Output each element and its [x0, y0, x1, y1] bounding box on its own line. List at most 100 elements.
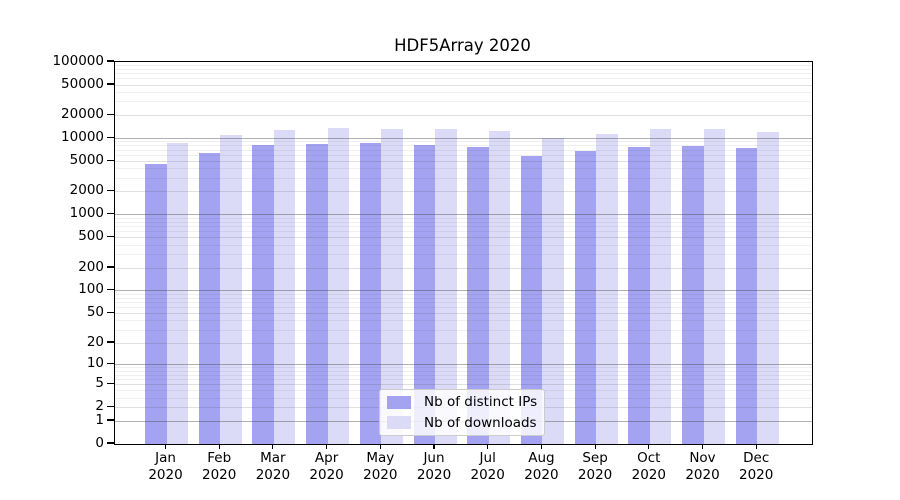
gridline-minor	[115, 379, 812, 380]
x-tick-label-jun: Jun2020	[406, 450, 462, 483]
gridline-5000	[115, 161, 812, 162]
y-tick-5000	[107, 160, 114, 161]
gridline-minor	[115, 69, 812, 70]
x-tick-sep	[595, 444, 596, 449]
gridline-minor	[115, 371, 812, 372]
x-tick-apr	[326, 444, 327, 449]
gridline-20000	[115, 115, 812, 116]
gridline-minor	[115, 178, 812, 179]
y-tick-label-100000: 100000	[28, 53, 104, 70]
x-tick-label-jan: Jan2020	[138, 450, 194, 483]
gridline-minor	[115, 141, 812, 142]
chart-title: HDF5Array 2020	[114, 36, 811, 55]
gridline-10	[115, 364, 812, 365]
gridline-minor	[115, 78, 812, 79]
legend-entry-distinct-ips: Nb of distinct IPs	[387, 394, 544, 410]
x-tick-may	[380, 444, 381, 449]
gridline-minor	[115, 101, 812, 102]
y-tick-label-2: 2	[28, 398, 104, 415]
gridline-minor	[115, 65, 812, 66]
x-tick-jun	[433, 444, 434, 449]
gridline-5	[115, 384, 812, 385]
gridline-minor	[115, 231, 812, 232]
gridline-500	[115, 237, 812, 238]
x-tick-feb	[219, 444, 220, 449]
gridline-minor	[115, 150, 812, 151]
gridline-minor	[115, 320, 812, 321]
x-tick-label-aug: Aug2020	[513, 450, 569, 483]
x-tick-label-dec: Dec2020	[728, 450, 784, 483]
y-tick-label-100: 100	[28, 281, 104, 298]
y-tick-10000	[107, 137, 114, 138]
gridline-minor	[115, 222, 812, 223]
y-tick-1000	[107, 213, 114, 214]
y-tick-label-0: 0	[28, 435, 104, 452]
gridline-minor	[115, 145, 812, 146]
y-tick-label-50000: 50000	[28, 76, 104, 93]
y-tick-label-2000: 2000	[28, 182, 104, 199]
bar-distinct-ips-dec	[736, 148, 758, 444]
gridline-20	[115, 343, 812, 344]
gridline-minor	[115, 226, 812, 227]
x-tick-label-apr: Apr2020	[299, 450, 355, 483]
gridline-200	[115, 268, 812, 269]
legend: Nb of distinct IPs Nb of downloads	[379, 389, 545, 436]
x-tick-nov	[702, 444, 703, 449]
x-tick-label-jul: Jul2020	[460, 450, 516, 483]
y-tick-label-10000: 10000	[28, 129, 104, 146]
gridline-minor	[115, 73, 812, 74]
y-tick-2	[107, 406, 114, 407]
gridline-2000	[115, 191, 812, 192]
y-tick-200	[107, 266, 114, 267]
y-tick-label-20000: 20000	[28, 106, 104, 123]
bar-distinct-ips-jan	[145, 164, 167, 444]
y-tick-label-1000: 1000	[28, 205, 104, 222]
gridline-minor	[115, 330, 812, 331]
gridline-minor	[115, 375, 812, 376]
gridline-minor	[115, 92, 812, 93]
gridline-minor	[115, 367, 812, 368]
y-tick-label-10: 10	[28, 355, 104, 372]
x-tick-jul	[487, 444, 488, 449]
y-tick-label-200: 200	[28, 259, 104, 276]
y-tick-1	[107, 419, 114, 420]
download-stats-chart: HDF5Array 2020 0125102050100200500100020…	[0, 0, 900, 500]
x-tick-mar	[272, 444, 273, 449]
gridline-50000	[115, 85, 812, 86]
y-tick-label-5000: 5000	[28, 152, 104, 169]
x-tick-dec	[756, 444, 757, 449]
y-tick-20000	[107, 114, 114, 115]
y-tick-50	[107, 312, 114, 313]
gridline-minor	[115, 245, 812, 246]
y-tick-500	[107, 236, 114, 237]
x-tick-label-may: May2020	[352, 450, 408, 483]
x-tick-label-oct: Oct2020	[621, 450, 677, 483]
x-tick-label-mar: Mar2020	[245, 450, 301, 483]
x-tick-label-feb: Feb2020	[191, 450, 247, 483]
plot-area	[114, 61, 813, 445]
y-tick-label-5: 5	[28, 375, 104, 392]
y-tick-100	[107, 289, 114, 290]
x-tick-jan	[165, 444, 166, 449]
y-tick-label-50: 50	[28, 304, 104, 321]
y-tick-10	[107, 363, 114, 364]
gridline-minor	[115, 155, 812, 156]
legend-entry-downloads: Nb of downloads	[387, 415, 544, 431]
gridline-minor	[115, 168, 812, 169]
gridline-minor	[115, 218, 812, 219]
x-tick-oct	[648, 444, 649, 449]
y-tick-label-20: 20	[28, 334, 104, 351]
legend-label-distinct-ips: Nb of distinct IPs	[424, 394, 537, 410]
y-tick-50000	[107, 83, 114, 84]
gridline-1000	[115, 214, 812, 215]
gridline-minor	[115, 307, 812, 308]
y-tick-20	[107, 341, 114, 342]
gridline-100	[115, 290, 812, 291]
gridline-minor	[115, 298, 812, 299]
y-tick-2000	[107, 190, 114, 191]
gridline-50	[115, 313, 812, 314]
legend-swatch-distinct-ips	[387, 396, 411, 409]
x-tick-label-nov: Nov2020	[675, 450, 731, 483]
legend-swatch-downloads	[387, 416, 411, 429]
y-tick-5	[107, 383, 114, 384]
